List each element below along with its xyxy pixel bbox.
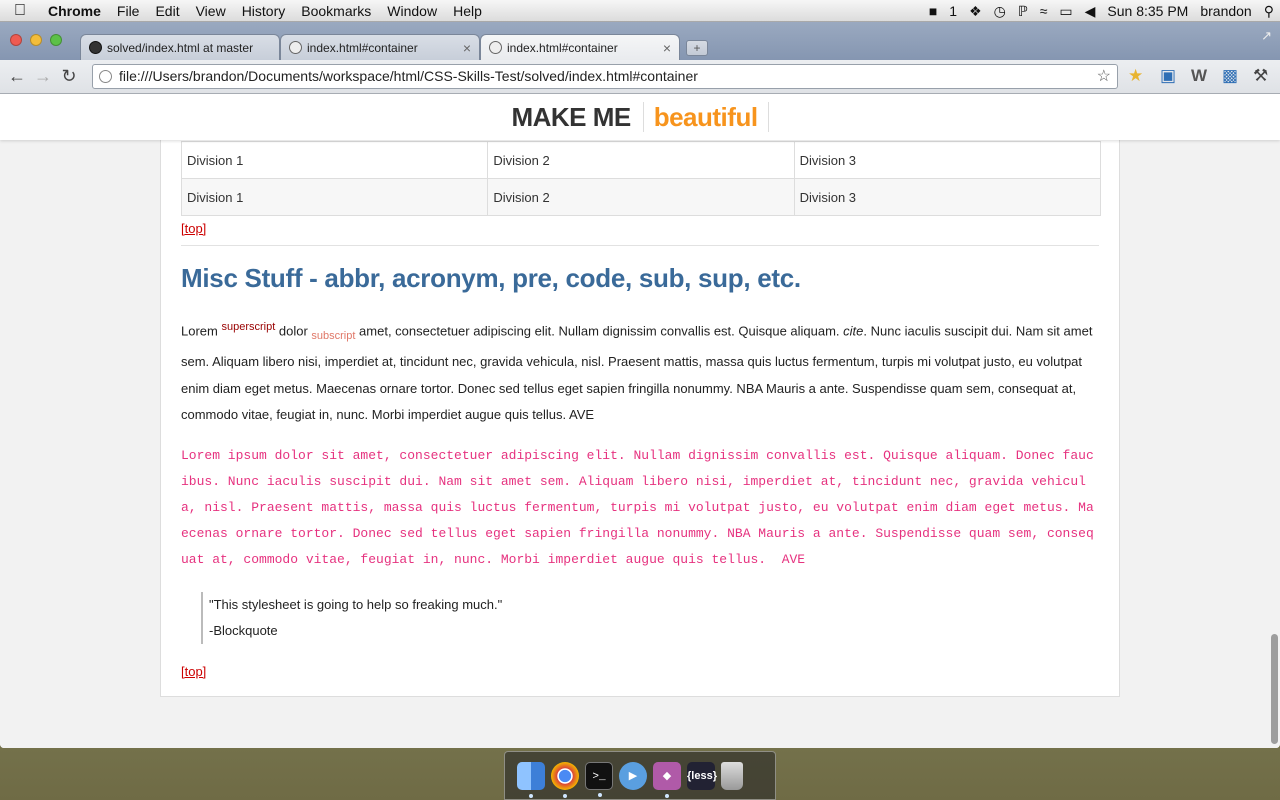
- quote-text: "This stylesheet is going to help so fre…: [209, 596, 503, 612]
- bookmark-star-icon[interactable]: ☆: [1097, 65, 1111, 88]
- site-header: MAKE ME beautiful: [0, 94, 1280, 140]
- menu-edit[interactable]: Edit: [147, 0, 187, 22]
- tab-strip: solved/index.html at master index.html#c…: [0, 22, 1280, 60]
- blockquote: "This stylesheet is going to help so fre…: [201, 591, 1099, 644]
- table-cell: Division 3: [793, 141, 1102, 179]
- misc-heading: Misc Stuff - abbr, acronym, pre, code, s…: [181, 263, 801, 293]
- cite-text: cite: [843, 323, 864, 339]
- spotlight-search-icon[interactable]: ⚲: [1258, 0, 1280, 22]
- menu-window[interactable]: Window: [379, 0, 445, 22]
- para-text: Lorem: [181, 323, 222, 339]
- page-icon: [99, 70, 112, 83]
- tab-github[interactable]: solved/index.html at master: [80, 34, 280, 60]
- window-controls: [10, 34, 62, 46]
- top-link[interactable]: [top]: [181, 664, 1099, 679]
- menu-file[interactable]: File: [109, 0, 148, 22]
- battery-icon[interactable]: ▭: [1053, 0, 1078, 22]
- running-indicator: [598, 792, 602, 797]
- table-row: Division 1 Division 2 Division 3: [180, 178, 1102, 216]
- extension-window-icon[interactable]: ▣: [1160, 66, 1176, 86]
- facetime-icon[interactable]: ▶: [619, 761, 647, 790]
- para-text: dolor: [275, 323, 312, 339]
- content-container: Division 1 Division 2 Division 3 Divisio…: [160, 94, 1120, 697]
- time-machine-icon[interactable]: ◷: [988, 0, 1012, 22]
- menu-help[interactable]: Help: [445, 0, 490, 22]
- menu-bookmarks[interactable]: Bookmarks: [293, 0, 379, 22]
- trash-icon[interactable]: [721, 761, 743, 790]
- finder-icon[interactable]: [517, 761, 545, 798]
- less-app-icon[interactable]: {less}: [687, 761, 717, 790]
- close-window-button[interactable]: [10, 34, 22, 46]
- apple-icon[interactable]: : [0, 2, 40, 20]
- tab-label: index.html#container: [507, 41, 618, 55]
- new-tab-button[interactable]: +: [686, 40, 708, 56]
- menu-history[interactable]: History: [234, 0, 294, 22]
- back-arrow-icon[interactable]: ←: [4, 66, 30, 87]
- extension-note-icon[interactable]: ★: [1128, 66, 1143, 86]
- gem-app-icon[interactable]: ◆: [653, 761, 681, 798]
- logo-word-make-me: MAKE ME: [511, 102, 644, 132]
- globe-icon: [289, 41, 302, 54]
- running-indicator: [529, 793, 533, 798]
- browser-toolbar: ← → ↻ file:///Users/brandon/Documents/wo…: [0, 60, 1280, 94]
- section-divider: [181, 245, 1099, 246]
- running-indicator: [665, 793, 669, 798]
- menu-app-chrome[interactable]: Chrome: [40, 0, 109, 22]
- adobe-icon[interactable]: ■: [923, 0, 943, 22]
- page-scrollbar[interactable]: [1271, 634, 1278, 744]
- clock[interactable]: Sun 8:35 PM: [1101, 0, 1194, 22]
- quote-source: -Blockquote: [209, 622, 278, 638]
- fullscreen-icon[interactable]: ↗: [1261, 28, 1272, 44]
- user-menu[interactable]: brandon: [1194, 0, 1257, 22]
- zoom-window-button[interactable]: [50, 34, 62, 46]
- division-table: Division 1 Division 2 Division 3 Divisio…: [180, 141, 1102, 216]
- tab-close-icon[interactable]: ×: [663, 35, 671, 60]
- extension-w-icon[interactable]: W: [1191, 66, 1207, 86]
- top-link[interactable]: [top]: [181, 221, 1099, 236]
- tab-label: solved/index.html at master: [107, 41, 254, 55]
- wrench-icon[interactable]: ⚒: [1253, 66, 1268, 86]
- page-viewport: Division 1 Division 2 Division 3 Divisio…: [0, 94, 1280, 748]
- running-indicator: [563, 793, 567, 798]
- subscript-text: subscript: [311, 329, 356, 342]
- reload-icon[interactable]: ↻: [56, 66, 82, 87]
- tab-close-icon[interactable]: ×: [463, 35, 471, 60]
- misc-paragraph: Lorem superscript dolor subscript amet, …: [181, 314, 1099, 429]
- minimize-window-button[interactable]: [30, 34, 42, 46]
- terminal-icon[interactable]: >_: [585, 761, 613, 797]
- github-icon: [89, 41, 102, 54]
- globe-icon: [489, 41, 502, 54]
- url-text: file:///Users/brandon/Documents/workspac…: [119, 68, 698, 84]
- table-cell: Division 2: [487, 141, 795, 179]
- superscript-text: superscript: [221, 321, 276, 333]
- extension-screen-icon[interactable]: ▩: [1222, 66, 1238, 86]
- wifi-icon[interactable]: ≈: [1034, 0, 1054, 22]
- volume-icon[interactable]: ◀: [1079, 0, 1102, 22]
- logo-word-beautiful: beautiful: [643, 102, 769, 132]
- dropbox-icon[interactable]: ❖: [963, 0, 988, 22]
- address-bar[interactable]: file:///Users/brandon/Documents/workspac…: [92, 64, 1118, 89]
- tab-label: index.html#container: [307, 41, 418, 55]
- table-row: Division 1 Division 2 Division 3: [180, 141, 1102, 179]
- site-logo[interactable]: MAKE ME beautiful: [511, 102, 769, 133]
- table-cell: Division 1: [180, 178, 489, 216]
- bluetooth-icon[interactable]: ℙ: [1012, 0, 1034, 22]
- forward-arrow-icon[interactable]: →: [30, 66, 56, 87]
- para-text: amet, consectetuer adipiscing elit. Null…: [355, 323, 844, 339]
- menubar:  Chrome File Edit View History Bookmark…: [0, 0, 1280, 22]
- dock: >_ ▶ ◆ {less}: [504, 751, 776, 800]
- preformatted-text: Lorem ipsum dolor sit amet, consectetuer…: [181, 447, 1094, 567]
- chrome-icon[interactable]: [551, 761, 579, 798]
- menu-view[interactable]: View: [188, 0, 234, 22]
- table-cell: Division 3: [793, 178, 1102, 216]
- status-count: 1: [949, 2, 958, 19]
- tab-index-1[interactable]: index.html#container ×: [280, 34, 480, 60]
- table-cell: Division 1: [180, 141, 489, 179]
- menubar-status-area: ■ 1 ❖ ◷ ℙ ≈ ▭ ◀ Sun 8:35 PM brandon ⚲: [923, 0, 1280, 22]
- browser-window: solved/index.html at master index.html#c…: [0, 22, 1280, 748]
- tab-index-active[interactable]: index.html#container ×: [480, 34, 680, 60]
- table-cell: Division 2: [487, 178, 795, 216]
